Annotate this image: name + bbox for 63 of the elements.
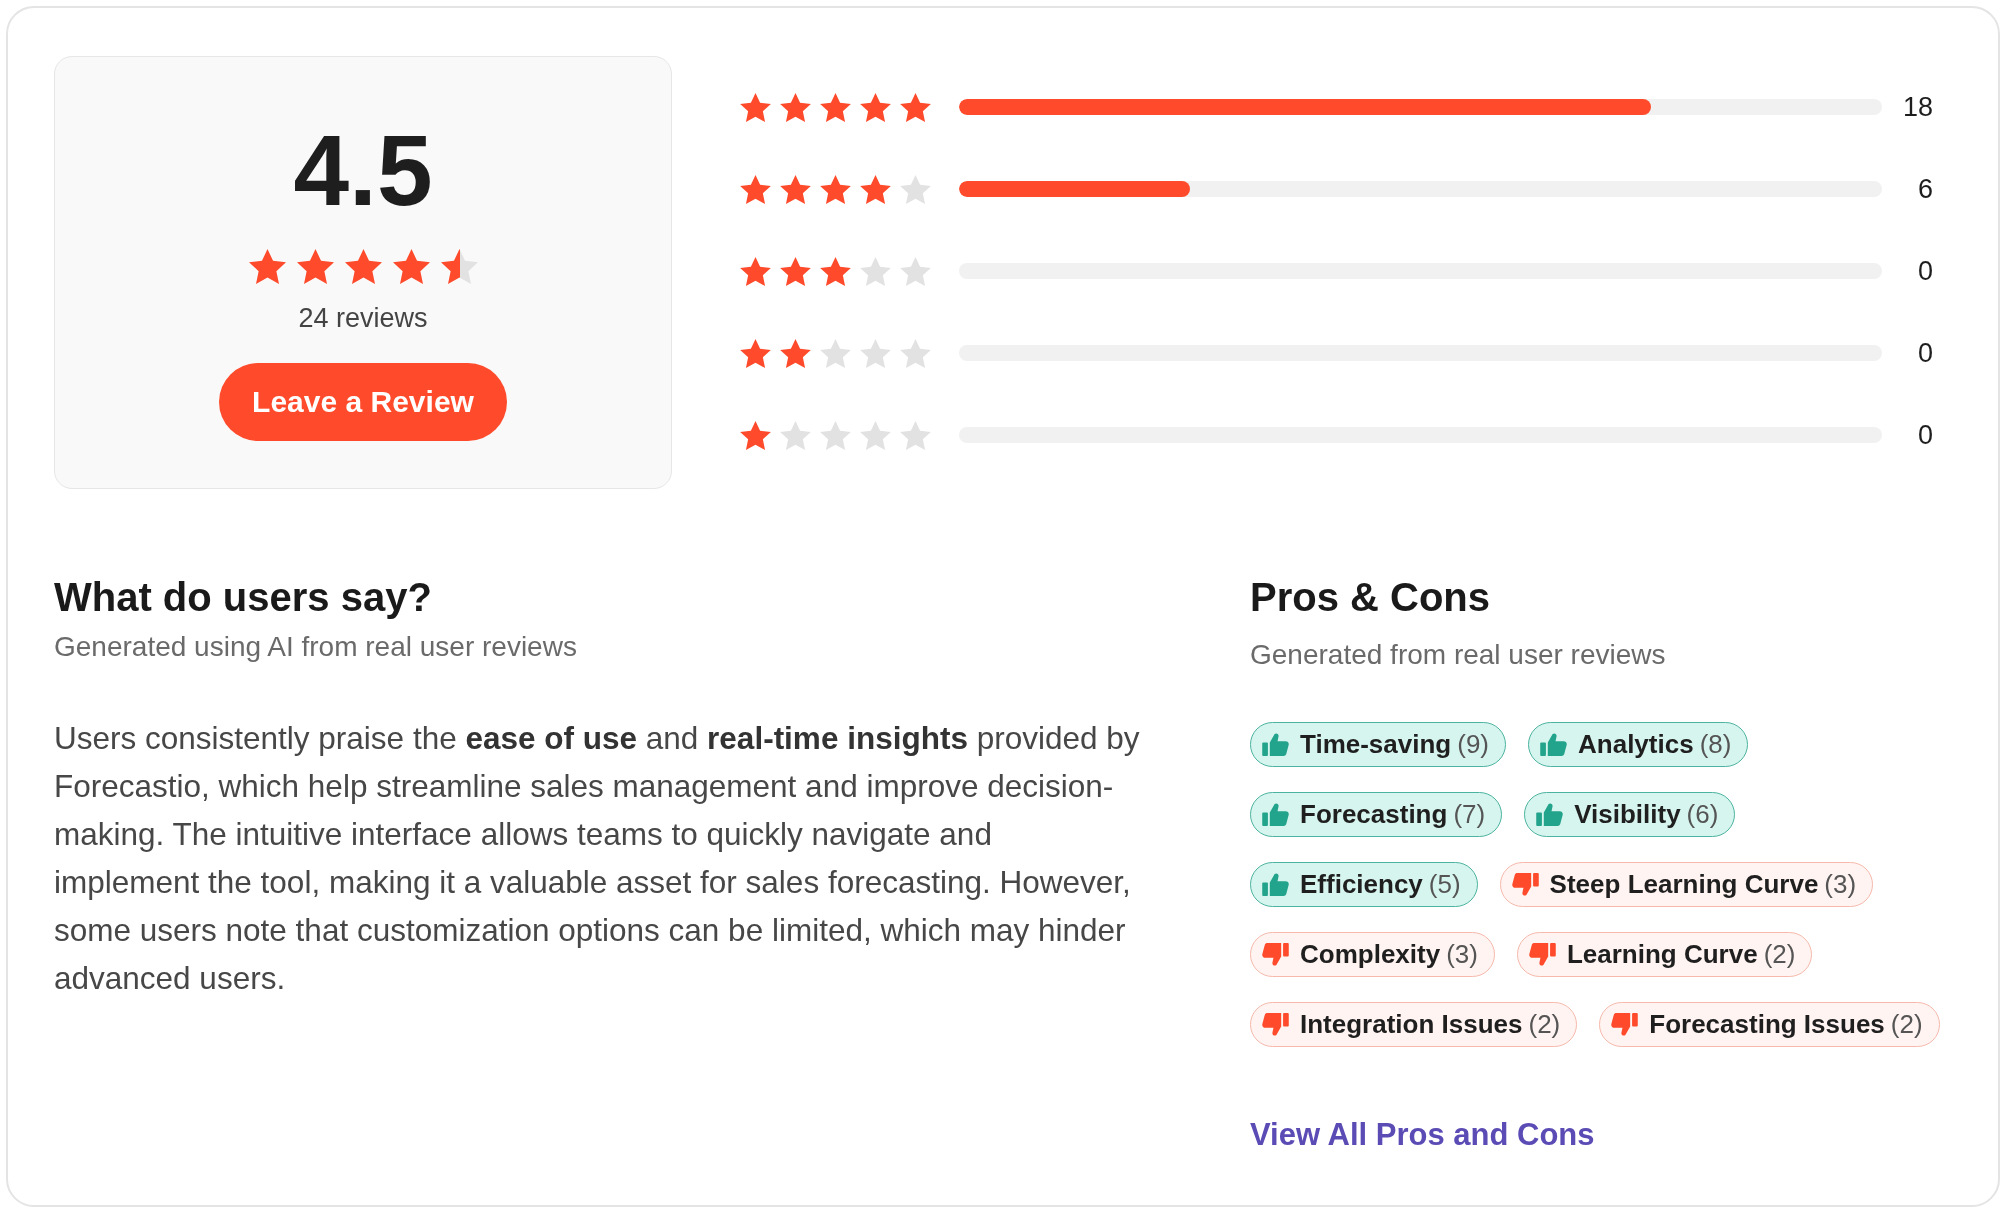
section-title: What do users say? (54, 574, 433, 621)
star-icon (780, 420, 811, 450)
thumbs-up-icon (1540, 733, 1568, 756)
thumbs-up-icon (1536, 803, 1564, 826)
star-icon (740, 420, 771, 450)
con-tag[interactable]: Complexity (3) (1250, 932, 1495, 977)
star-icon (820, 256, 851, 286)
thumbs-down-icon (1262, 943, 1289, 966)
review-count: 0 (1916, 337, 1933, 370)
pro-tag[interactable]: Visibility (6) (1524, 792, 1736, 837)
pro-tag[interactable]: Forecasting (7) (1250, 792, 1503, 837)
con-tag[interactable]: Steep Learning Curve (3) (1499, 862, 1874, 907)
thumbs-up-icon (1262, 803, 1289, 826)
star-icon (860, 256, 891, 286)
star-icon (820, 420, 851, 450)
section-subtitle: Generated from real user reviews (1250, 638, 1667, 672)
star-icon (740, 256, 771, 286)
con-tag[interactable]: Forecasting Issues (2) (1599, 1002, 1940, 1047)
star-icon (780, 338, 811, 368)
star-icon (248, 249, 286, 284)
star-icon (820, 174, 851, 204)
thumbs-down-icon (1528, 943, 1556, 966)
thumbs-down-icon (1611, 1013, 1639, 1036)
star-icon (820, 92, 851, 122)
star-icon (740, 338, 771, 368)
star-icon (900, 174, 931, 204)
section-subtitle: Generated using AI from real user reviews (54, 630, 578, 664)
thumbs-down-icon (1511, 873, 1539, 896)
pro-tag[interactable]: Efficiency (5) (1250, 862, 1478, 907)
star-icon (780, 256, 811, 286)
star-icon (860, 420, 891, 450)
pro-tag[interactable]: Analytics (8) (1528, 722, 1749, 767)
star-icon (860, 174, 891, 204)
pro-tag[interactable]: Time-saving (9) (1250, 722, 1507, 767)
thumbs-down-icon (1262, 1013, 1289, 1036)
star-icon (900, 256, 931, 286)
star-icon (900, 338, 931, 368)
review-count: 6 (1916, 173, 1933, 206)
star-icon (780, 174, 811, 204)
con-tag[interactable]: Integration Issues (2) (1250, 1002, 1578, 1047)
section-title: Pros & Cons (1250, 574, 1492, 621)
star-icon (740, 92, 771, 122)
summary-text: Users consistently praise the ease of use and real-time insights provided by Forecastio, which help streamline sales management and improve decision-making. The intuitive interface allows teams to quickly navigate and implement the tool, making it a valuable asset for sales forecasting. However, some users note that customization options can be limited, which may hinder advanced users. (54, 719, 1141, 998)
star-icon (860, 92, 891, 122)
review-count: 0 (1916, 419, 1933, 452)
star-icon (740, 174, 771, 204)
star-icon (392, 249, 430, 284)
star-icon (780, 92, 811, 122)
review-count: 18 (1901, 91, 1933, 124)
thumbs-up-icon (1262, 873, 1289, 896)
star-icon (860, 338, 891, 368)
star-icon (900, 92, 931, 122)
con-tag[interactable]: Learning Curve (2) (1516, 932, 1813, 977)
view-all-link[interactable]: View All Pros and Cons (1250, 1115, 1595, 1155)
average-rating: 4.5 (293, 120, 433, 220)
review-count: 0 (1916, 255, 1933, 288)
star-icon (440, 249, 478, 284)
star-icon (900, 420, 931, 450)
star-icon (820, 338, 851, 368)
star-icon (344, 249, 382, 284)
thumbs-up-icon (1262, 733, 1289, 756)
review-total: 24 reviews (298, 302, 428, 335)
star-icon (296, 249, 334, 284)
